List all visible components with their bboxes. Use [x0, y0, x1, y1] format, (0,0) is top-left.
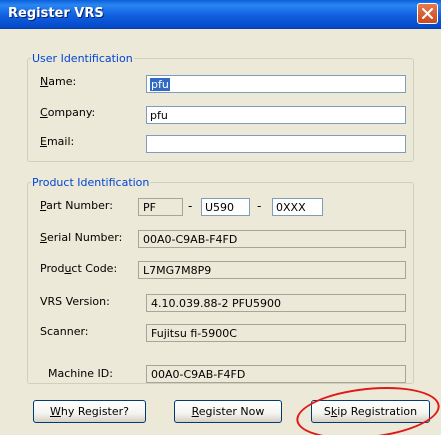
machine-id-field: 00A0-C9AB-F4FD — [146, 365, 406, 383]
company-field[interactable]: pfu — [146, 106, 406, 124]
title-bar[interactable]: Register VRS — [0, 0, 441, 29]
product-code-field: L7MG7M8P9 — [138, 261, 406, 279]
product-code-label: Product Code: — [40, 262, 118, 275]
register-vrs-dialog: Register VRS User Identification Name: p… — [0, 0, 441, 435]
email-field[interactable] — [146, 135, 406, 153]
vrs-version-field: 4.10.039.88-2 PFU5900 — [146, 294, 406, 312]
window-title: Register VRS — [8, 6, 104, 21]
close-button[interactable] — [417, 3, 438, 24]
part-number-separator-2: - — [257, 199, 262, 213]
machine-id-label: Machine ID: — [48, 367, 113, 380]
part-number-model-field[interactable]: U590 — [201, 198, 250, 216]
scanner-field: Fujitsu fi-5900C — [146, 324, 406, 342]
part-number-label: Part Number: — [40, 199, 113, 212]
register-now-button[interactable]: Register Now — [174, 400, 282, 423]
part-number-suffix-field[interactable]: 0XXX — [272, 198, 323, 216]
serial-number-field: 00A0-C9AB-F4FD — [138, 230, 406, 248]
name-field[interactable]: pfu — [146, 75, 406, 93]
name-value: pfu — [150, 78, 170, 91]
user-identification-legend: User Identification — [32, 52, 133, 65]
email-label: Email: — [40, 135, 75, 148]
skip-registration-button[interactable]: Skip Registration — [311, 400, 430, 423]
company-label: Company: — [40, 106, 96, 119]
product-identification-legend: Product Identification — [32, 176, 150, 189]
part-number-separator-1: - — [188, 199, 193, 213]
vrs-version-label: VRS Version: — [40, 295, 110, 308]
scanner-label: Scanner: — [40, 325, 89, 338]
name-label: Name: — [40, 75, 77, 88]
serial-number-label: Serial Number: — [40, 231, 123, 244]
why-register-button[interactable]: Why Register? — [33, 400, 146, 423]
close-icon — [422, 8, 433, 19]
part-number-prefix: PF — [138, 198, 183, 216]
